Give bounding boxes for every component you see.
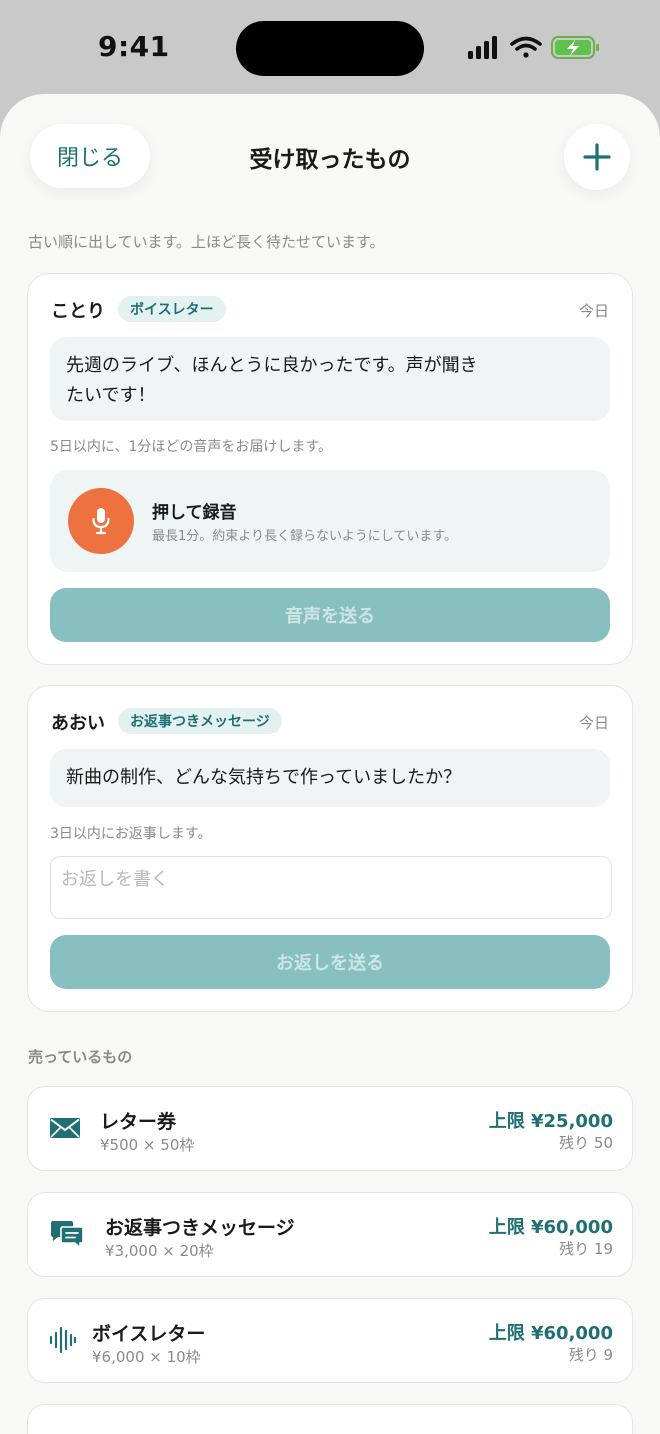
- record-panel: 押して録音 最長1分。約束より長く録らないようにしています。: [50, 470, 610, 572]
- microphone-icon: [92, 508, 110, 535]
- send-voice-button[interactable]: 音声を送る: [50, 588, 610, 642]
- chat-bubbles-icon: [51, 1221, 84, 1250]
- product-letter-ticket[interactable]: レター券 ¥500 × 50枠 上限 ¥25,000 残り 50: [27, 1086, 633, 1171]
- sender-name: あおい: [51, 713, 105, 734]
- received-date: 今日: [578, 302, 609, 320]
- received-date: 今日: [578, 714, 609, 732]
- request-type-tag: ボイスレター: [118, 296, 226, 322]
- record-title: 押して録音: [152, 503, 237, 523]
- product-limit: 上限 ¥25,000: [488, 1111, 613, 1132]
- deadline-note: 5日以内に、1分ほどの音声をお届けします。: [50, 439, 332, 455]
- envelope-icon: [50, 1118, 80, 1138]
- status-icons: [468, 36, 599, 59]
- message-line: たいです！: [66, 385, 156, 406]
- page-title: 受け取ったもの: [249, 147, 411, 173]
- request-type-tag: お返事つきメッセージ: [118, 708, 282, 734]
- record-description: 最長1分。約束より長く録らないようにしています。: [152, 529, 458, 544]
- sender-name: ことり: [51, 301, 105, 322]
- product-limit: 上限 ¥60,000: [488, 1217, 613, 1238]
- plus-icon: [583, 143, 611, 171]
- record-button[interactable]: [68, 488, 134, 554]
- request-message: 先週のライブ、ほんとうに良かったです。声が聞き たいです！: [50, 337, 610, 421]
- product-remaining: 残り 9: [568, 1346, 613, 1364]
- product-remaining: 残り 19: [559, 1240, 613, 1258]
- battery-icon: [551, 36, 599, 59]
- signal-icon: [468, 36, 497, 59]
- product-voice-letter[interactable]: ボイスレター ¥6,000 × 10枠 上限 ¥60,000 残り 9: [27, 1298, 633, 1383]
- reply-input[interactable]: [50, 856, 612, 919]
- status-time: 9:41: [98, 30, 170, 63]
- add-button[interactable]: [564, 124, 630, 190]
- product-limit: 上限 ¥60,000: [488, 1323, 613, 1344]
- waveform-icon: [49, 1326, 77, 1354]
- product-name: ボイスレター: [92, 1323, 206, 1345]
- product-card-clipped[interactable]: [27, 1404, 633, 1434]
- order-hint: 古い順に出しています。上ほど長く待たせています。: [28, 233, 385, 251]
- deadline-note: 3日以内にお返事します。: [50, 826, 212, 842]
- request-card-reply-message: あおい お返事つきメッセージ 今日 新曲の制作、どんな気持ちで作っていましたか？…: [27, 685, 633, 1012]
- send-reply-button[interactable]: お返しを送る: [50, 935, 610, 989]
- selling-section-title: 売っているもの: [28, 1048, 133, 1066]
- message-line: 先週のライブ、ほんとうに良かったです。声が聞き: [66, 355, 478, 376]
- dynamic-island: [236, 21, 424, 76]
- product-price: ¥500 × 50枠: [100, 1136, 195, 1154]
- request-card-voice-letter: ことり ボイスレター 今日 先週のライブ、ほんとうに良かったです。声が聞き たい…: [27, 273, 633, 665]
- wifi-icon: [510, 36, 542, 58]
- received-sheet: 閉じる 受け取ったもの 古い順に出しています。上ほど長く待たせています。 ことり…: [0, 94, 660, 1434]
- product-name: レター券: [100, 1111, 177, 1133]
- product-price: ¥3,000 × 20枠: [105, 1242, 214, 1260]
- product-remaining: 残り 50: [559, 1134, 613, 1152]
- product-reply-message[interactable]: お返事つきメッセージ ¥3,000 × 20枠 上限 ¥60,000 残り 19: [27, 1192, 633, 1277]
- status-bar: 9:41: [0, 0, 660, 94]
- product-price: ¥6,000 × 10枠: [92, 1348, 201, 1366]
- product-name: お返事つきメッセージ: [105, 1217, 295, 1239]
- request-message: 新曲の制作、どんな気持ちで作っていましたか？: [50, 749, 610, 807]
